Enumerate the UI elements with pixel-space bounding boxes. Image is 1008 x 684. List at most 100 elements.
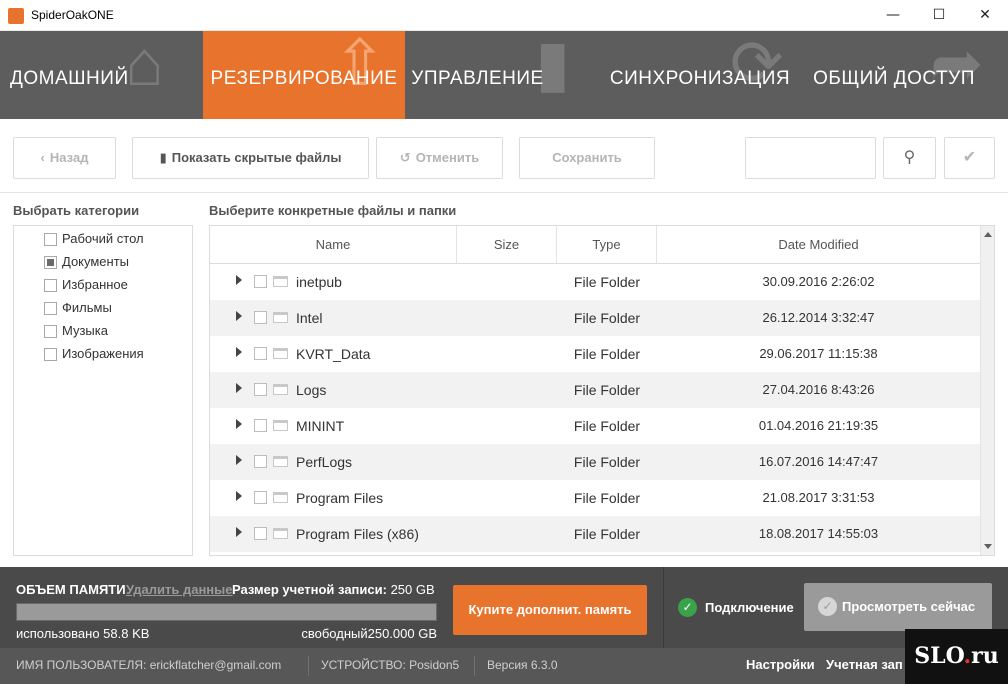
expand-arrow-icon[interactable] — [236, 527, 242, 537]
cancel-button[interactable]: ↺ Отменить — [376, 137, 503, 179]
folder-icon — [273, 492, 288, 503]
tab-backup[interactable]: ⇧ РЕЗЕРВИРОВАНИЕ — [203, 31, 405, 119]
file-date: 29.06.2017 11:15:38 — [759, 346, 878, 361]
file-name: PerfLogs — [296, 454, 353, 470]
row-checkbox[interactable] — [254, 455, 267, 468]
file-date: 18.08.2017 14:55:03 — [758, 526, 879, 541]
undo-icon: ↺ — [399, 150, 411, 165]
expand-arrow-icon[interactable] — [236, 383, 242, 393]
file-type: File Folder — [573, 418, 641, 434]
search-button[interactable]: ⚲ — [883, 137, 936, 179]
settings-link[interactable]: Настройки — [746, 648, 815, 682]
show-hidden-files-button[interactable]: ▮ Показать скрытые файлы — [132, 137, 369, 179]
table-row[interactable]: Intel File Folder 26.12.2014 3:32:47 — [210, 300, 980, 336]
row-checkbox[interactable] — [254, 383, 267, 396]
categories-heading: Выбрать категории — [13, 203, 140, 218]
file-name: Program Files — [296, 490, 384, 506]
cancel-button-label: Отменить — [415, 150, 480, 165]
table-row[interactable]: inetpub File Folder 30.09.2016 2:26:02 — [210, 264, 980, 300]
storage-used-text: использовано 58.8 KB — [16, 626, 150, 641]
save-button[interactable]: Сохранить — [519, 137, 655, 179]
tab-share-label: ОБЩИЙ ДОСТУП — [813, 68, 975, 89]
categories-panel: Рабочий стол Документы Избранное Фильмы … — [13, 225, 193, 556]
tab-manage[interactable]: ▮ УПРАВЛЕНИЕ — [405, 31, 570, 119]
expand-arrow-icon[interactable] — [236, 491, 242, 501]
tab-sync-label: СИНХРОНИЗАЦИЯ — [609, 68, 791, 89]
category-checkbox[interactable] — [44, 325, 57, 338]
spideroak-logo-icon — [8, 8, 24, 24]
main-nav: ⌂ ДОМАШНИЙ ⇧ РЕЗЕРВИРОВАНИЕ ▮ УПРАВЛЕНИЕ… — [0, 31, 1008, 119]
row-checkbox[interactable] — [254, 311, 267, 324]
row-checkbox[interactable] — [254, 419, 267, 432]
column-header-size[interactable]: Size — [457, 226, 557, 263]
row-checkbox[interactable] — [254, 491, 267, 504]
category-checkbox[interactable] — [44, 302, 57, 315]
category-checkbox[interactable] — [44, 256, 57, 269]
file-type: File Folder — [573, 454, 641, 470]
category-checkbox[interactable] — [44, 233, 57, 246]
footer-device: УСТРОЙСТВО: Posidon5 — [321, 658, 460, 672]
back-button[interactable]: ‹ Назад — [13, 137, 116, 179]
row-checkbox[interactable] — [254, 527, 267, 540]
storage-title: ОБЪЕМ ПАМЯТИ — [16, 582, 126, 597]
footer: ИМЯ ПОЛЬЗОВАТЕЛЯ: erickflatcher@gmail.co… — [0, 648, 1008, 684]
column-header-name[interactable]: Name — [210, 226, 457, 263]
table-row[interactable]: PerfLogs File Folder 16.07.2016 14:47:47 — [210, 444, 980, 480]
category-checkbox[interactable] — [44, 348, 57, 361]
expand-arrow-icon[interactable] — [236, 419, 242, 429]
maximize-icon[interactable]: ☐ — [916, 0, 962, 31]
view-now-label: Просмотреть сейчас — [842, 599, 976, 614]
account-size-label: Размер учетной записи: — [232, 582, 387, 597]
connected-check-icon: ✓ — [678, 598, 697, 617]
tab-share[interactable]: ➦ ОБЩИЙ ДОСТУП — [805, 31, 983, 119]
tab-home[interactable]: ⌂ ДОМАШНИЙ — [0, 31, 200, 119]
category-label: Документы — [62, 254, 130, 269]
minimize-icon[interactable]: — — [870, 0, 916, 31]
table-row[interactable]: Program Files File Folder 21.08.2017 3:3… — [210, 480, 980, 516]
table-row[interactable]: KVRT_Data File Folder 29.06.2017 11:15:3… — [210, 336, 980, 372]
tab-sync[interactable]: ⟳ СИНХРОНИЗАЦИЯ — [605, 31, 795, 119]
view-now-button[interactable]: ✓ Просмотреть сейчас — [804, 583, 992, 631]
folder-icon — [273, 384, 288, 395]
vertical-scrollbar[interactable] — [980, 226, 994, 555]
search-icon: ⚲ — [903, 149, 916, 166]
delete-data-link[interactable]: Удалить данные — [126, 582, 233, 597]
close-icon[interactable]: ✕ — [962, 0, 1008, 31]
tab-backup-label: РЕЗЕРВИРОВАНИЕ — [210, 68, 398, 89]
file-name: inetpub — [296, 274, 342, 290]
search-input[interactable] — [745, 137, 876, 179]
tab-home-label: ДОМАШНИЙ — [10, 68, 129, 89]
chevron-left-icon: ‹ — [40, 150, 45, 165]
scroll-up-icon[interactable] — [984, 232, 992, 237]
storage-usage-bar — [16, 603, 437, 621]
account-link[interactable]: Учетная зап — [826, 648, 903, 682]
tab-manage-label: УПРАВЛЕНИЕ — [411, 68, 544, 89]
buy-storage-button[interactable]: Купите дополнит. память — [453, 585, 647, 635]
expand-arrow-icon[interactable] — [236, 455, 242, 465]
row-checkbox[interactable] — [254, 347, 267, 360]
footer-separator — [474, 656, 475, 676]
slo-watermark-logo: SLO.ru — [905, 629, 1008, 684]
footer-version: Версия 6.3.0 — [487, 658, 558, 672]
column-header-date-modified[interactable]: Date Modified — [657, 226, 980, 263]
storage-status-panel: ОБЪЕМ ПАМЯТИ Удалить данные Размер учетн… — [0, 567, 1008, 648]
folder-icon — [273, 276, 288, 287]
row-checkbox[interactable] — [254, 275, 267, 288]
category-label: Изображения — [62, 346, 144, 361]
table-row[interactable]: Program Files (x86) File Folder 18.08.20… — [210, 516, 980, 552]
category-label: Избранное — [62, 277, 128, 292]
table-row[interactable]: MININT File Folder 01.04.2016 21:19:35 — [210, 408, 980, 444]
category-label: Рабочий стол — [62, 231, 144, 246]
category-checkbox[interactable] — [44, 279, 57, 292]
expand-arrow-icon[interactable] — [236, 275, 242, 285]
storage-free-text: свободный250.000 GB — [301, 626, 437, 641]
apply-button[interactable]: ✔ — [944, 137, 995, 179]
file-date: 16.07.2016 14:47:47 — [758, 454, 879, 469]
table-row[interactable]: Logs File Folder 27.04.2016 8:43:26 — [210, 372, 980, 408]
folder-icon — [273, 456, 288, 467]
expand-arrow-icon[interactable] — [236, 347, 242, 357]
column-header-type[interactable]: Type — [557, 226, 657, 263]
expand-arrow-icon[interactable] — [236, 311, 242, 321]
file-date: 30.09.2016 2:26:02 — [762, 274, 875, 289]
scroll-down-icon[interactable] — [984, 544, 992, 549]
